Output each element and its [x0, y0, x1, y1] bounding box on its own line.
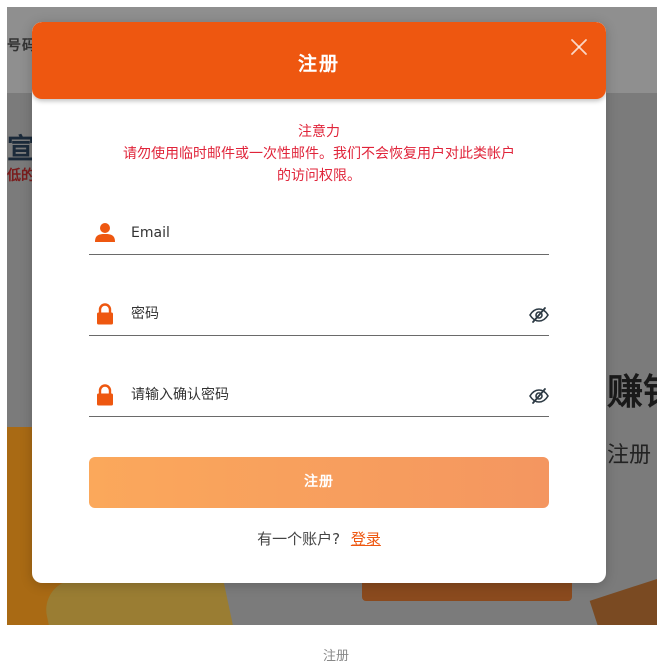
- email-input[interactable]: [131, 220, 511, 246]
- background-promo-subtitle: 注册: [607, 443, 652, 468]
- lock-icon: [97, 384, 113, 406]
- close-icon[interactable]: [570, 38, 588, 56]
- notice-line: 的访问权限。: [277, 168, 361, 184]
- background-promo-title: 赚钱: [607, 372, 657, 413]
- lock-icon: [97, 303, 113, 325]
- email-field: [89, 214, 549, 255]
- register-modal: 注册 注意力 请勿使用临时邮件或一次性邮件。我们不会恢复用户对此类帐户 的访问权…: [32, 22, 606, 583]
- modal-header: 注册: [32, 22, 606, 99]
- background-hero-subtitle: 低的: [7, 168, 35, 184]
- password-field: [89, 295, 549, 336]
- confirm-password-input[interactable]: [131, 382, 511, 408]
- background-decoration: [589, 576, 657, 625]
- login-prompt-row: 有一个账户? 登录: [32, 528, 606, 549]
- login-prompt: 有一个账户?: [257, 530, 341, 548]
- register-button[interactable]: 注册: [89, 457, 549, 508]
- login-link[interactable]: 登录: [351, 530, 381, 548]
- eye-off-icon[interactable]: [529, 386, 549, 406]
- eye-off-icon[interactable]: [529, 305, 549, 325]
- notice-line: 请勿使用临时邮件或一次性邮件。我们不会恢复用户对此类帐户: [123, 146, 515, 162]
- image-caption: 注册: [322, 649, 349, 664]
- modal-title: 注册: [297, 53, 340, 75]
- notice-heading: 注意力: [298, 124, 340, 140]
- warning-notice: 注意力 请勿使用临时邮件或一次性邮件。我们不会恢复用户对此类帐户 的访问权限。: [72, 121, 566, 187]
- password-input[interactable]: [131, 301, 511, 327]
- confirm-password-field: [89, 376, 549, 417]
- background-hero-title: 宣: [7, 132, 36, 165]
- user-icon: [95, 223, 115, 242]
